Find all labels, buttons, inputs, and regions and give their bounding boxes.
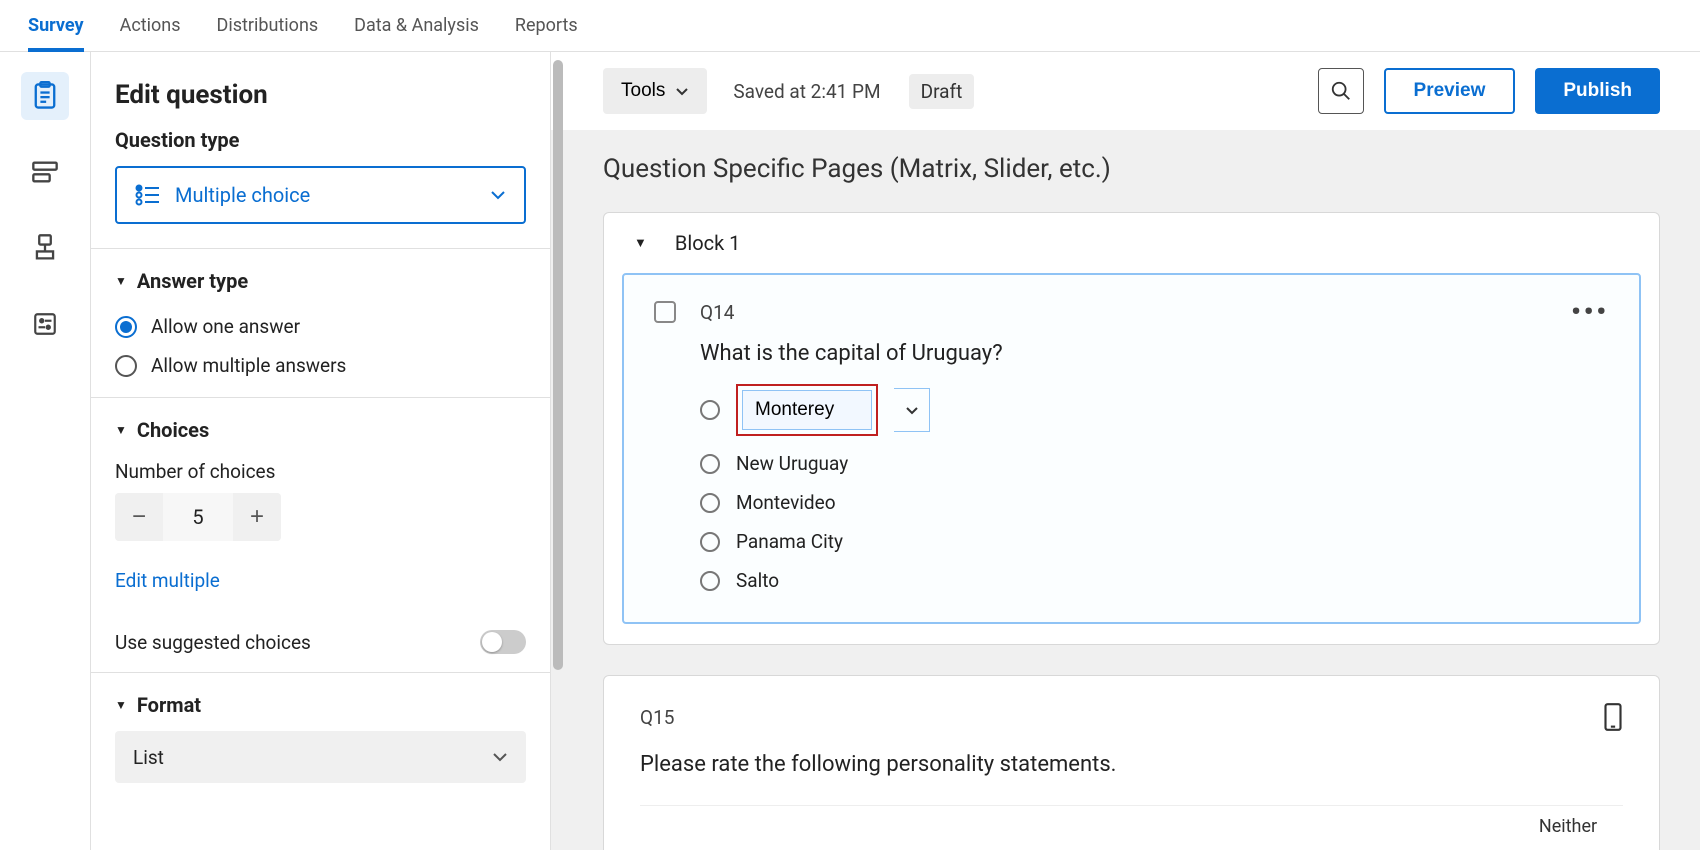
search-icon [1330,80,1352,102]
question-card-q15[interactable]: Q15 Please rate the following personalit… [603,675,1660,850]
allow-multiple-answers-label: Allow multiple answers [151,354,346,377]
question-card-q14[interactable]: Q14 ••• What is the capital of Uruguay? [622,273,1641,624]
survey-canvas: Tools Saved at 2:41 PM Draft Preview Pub… [550,52,1700,850]
canvas-scrollbar[interactable] [551,52,563,672]
format-value: List [133,746,164,769]
rail-look-icon[interactable] [21,224,69,272]
caret-down-icon: ▼ [115,423,127,437]
chevron-down-icon [490,190,506,200]
choice-options-dropdown[interactable] [894,388,930,432]
tab-reports[interactable]: Reports [515,0,578,51]
format-label: Format [137,693,201,717]
answer-type-heading[interactable]: ▼ Answer type [91,249,550,307]
rail-builder-icon[interactable] [21,72,69,120]
question-number: Q14 [700,301,734,324]
choice-label: Panama City [736,530,843,553]
stepper-decrement[interactable]: − [115,493,163,541]
format-heading[interactable]: ▼ Format [91,673,550,731]
saved-status: Saved at 2:41 PM [733,80,880,103]
allow-one-answer-label: Allow one answer [151,315,300,338]
radio-unchecked-icon [115,355,137,377]
chevron-down-icon [675,87,689,96]
choice-radio-icon [700,571,720,591]
matrix-header: Neither [640,805,1623,837]
block-collapse-toggle[interactable]: ▼ [634,235,647,251]
choices-heading[interactable]: ▼ Choices [91,398,550,456]
choice-edit-highlight [736,384,878,436]
preview-button[interactable]: Preview [1384,68,1516,114]
choices-count-stepper: − 5 + [115,493,281,541]
left-rail [0,52,90,850]
question-type-value: Multiple choice [175,183,310,207]
choice-row[interactable]: New Uruguay [700,452,1609,475]
device-preview-icon[interactable] [1603,702,1623,732]
search-button[interactable] [1318,68,1364,114]
answer-type-label: Answer type [137,269,248,293]
format-select[interactable]: List [115,731,526,783]
question-text[interactable]: What is the capital of Uruguay? [700,341,1609,366]
tab-survey[interactable]: Survey [28,0,84,51]
question-block: ▼ Block 1 Q14 ••• What is the capital of… [603,212,1660,645]
rail-flow-icon[interactable] [21,148,69,196]
question-type-select[interactable]: Multiple choice [115,166,526,224]
question-more-icon[interactable]: ••• [1571,297,1609,327]
question-choices: New Uruguay Montevideo Panama City [700,384,1609,592]
choice-label: New Uruguay [736,452,848,475]
choice-radio-icon [700,493,720,513]
chevron-down-icon [905,406,919,415]
question-type-label: Question type [91,128,550,166]
choice-row[interactable]: Montevideo [700,491,1609,514]
canvas-toolbar: Tools Saved at 2:41 PM Draft Preview Pub… [551,52,1700,130]
edit-question-panel: Edit question Question type Multiple cho… [90,52,550,850]
matrix-column-label: Neither [1513,816,1623,837]
caret-down-icon: ▼ [115,698,127,712]
multiple-choice-icon [135,184,161,206]
use-suggested-choices-label: Use suggested choices [115,631,311,654]
radio-checked-icon [115,316,137,338]
choice-radio-icon[interactable] [700,400,720,420]
choice-label: Montevideo [736,491,836,514]
tab-data-analysis[interactable]: Data & Analysis [354,0,479,51]
choice-text-input[interactable] [742,390,872,430]
canvas-title: Question Specific Pages (Matrix, Slider,… [603,130,1660,212]
tools-button[interactable]: Tools [603,68,707,114]
question-text[interactable]: Please rate the following personality st… [640,752,1623,777]
chevron-down-icon [492,752,508,762]
edit-multiple-link[interactable]: Edit multiple [91,559,244,616]
rail-options-icon[interactable] [21,300,69,348]
question-number: Q15 [640,706,674,729]
choice-radio-icon [700,532,720,552]
tools-label: Tools [621,80,665,102]
block-label: Block 1 [675,231,741,255]
publish-button[interactable]: Publish [1535,68,1660,114]
question-select-checkbox[interactable] [654,301,676,323]
choice-radio-icon [700,454,720,474]
allow-one-answer-radio[interactable]: Allow one answer [91,307,550,346]
stepper-increment[interactable]: + [233,493,281,541]
number-of-choices-label: Number of choices [91,456,550,493]
choice-label: Salto [736,569,779,592]
draft-badge: Draft [909,74,975,109]
choices-label: Choices [137,418,209,442]
allow-multiple-answers-radio[interactable]: Allow multiple answers [91,346,550,385]
choice-row-editing [700,384,1609,436]
top-tabs: Survey Actions Distributions Data & Anal… [0,0,1700,52]
choice-row[interactable]: Panama City [700,530,1609,553]
panel-title: Edit question [91,52,550,128]
caret-down-icon: ▼ [115,274,127,288]
use-suggested-choices-toggle[interactable] [480,630,526,654]
choice-row[interactable]: Salto [700,569,1609,592]
tab-actions[interactable]: Actions [120,0,181,51]
stepper-value: 5 [163,493,233,541]
tab-distributions[interactable]: Distributions [217,0,319,51]
